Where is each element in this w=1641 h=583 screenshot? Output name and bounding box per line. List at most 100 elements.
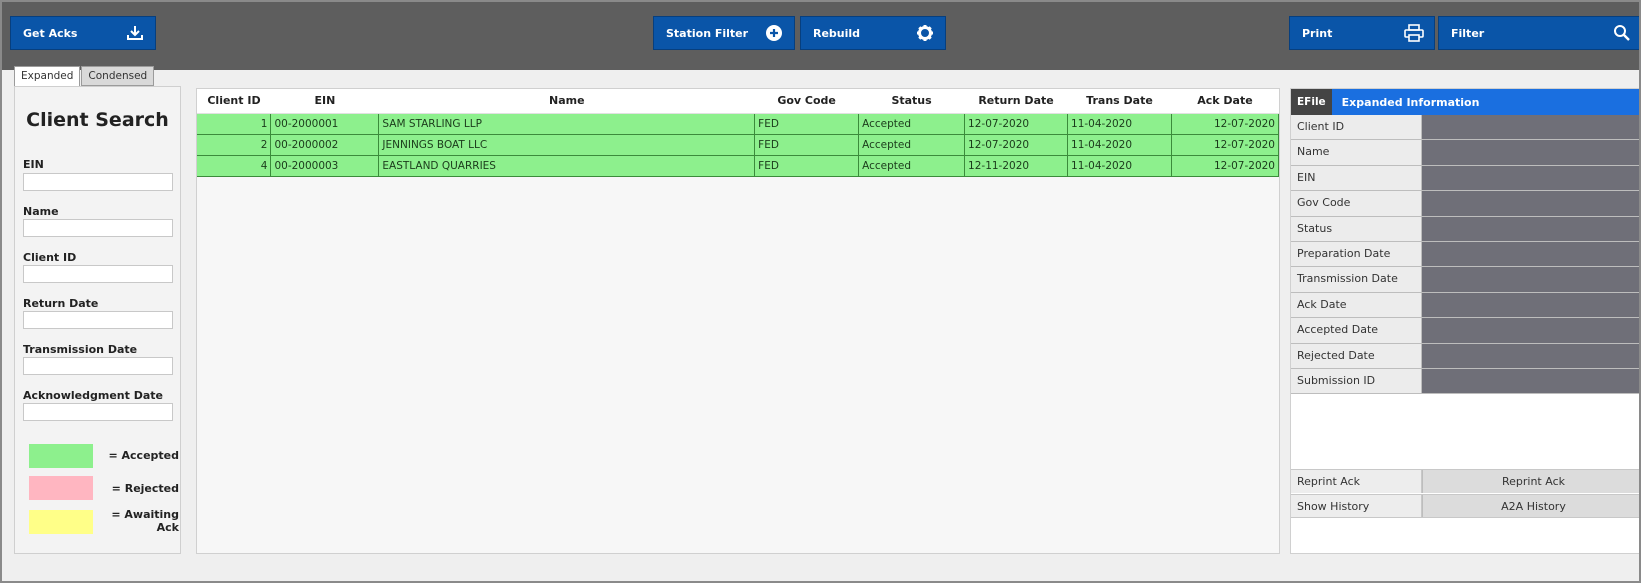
action-row-reprint: Reprint Ack Reprint Ack (1291, 469, 1639, 493)
station-filter-button[interactable]: Station Filter (653, 16, 795, 50)
info-row-preparation-date: Preparation Date (1291, 241, 1639, 268)
cell-gov-code: FED (754, 155, 860, 177)
print-label: Print (1302, 26, 1333, 40)
expanded-info-header: EFile Expanded Information (1291, 89, 1639, 115)
rebuild-label: Rebuild (813, 26, 861, 40)
a2a-history-button[interactable]: A2A History (1422, 495, 1639, 517)
ein-label: EIN (23, 158, 44, 171)
cell-return-date: 12-07-2020 (964, 134, 1069, 156)
cell-trans-date: 11-04-2020 (1067, 155, 1172, 177)
legend-rejected-label: = Rejected (111, 482, 179, 495)
info-value (1422, 165, 1639, 191)
filter-button[interactable]: Filter (1438, 16, 1639, 50)
info-value (1422, 241, 1639, 267)
cell-client-id: 4 (197, 155, 272, 177)
info-row-ein: EIN (1291, 165, 1639, 192)
plus-circle-icon (764, 23, 784, 43)
cell-client-id: 2 (197, 134, 272, 156)
info-row-accepted-date: Accepted Date (1291, 318, 1639, 344)
cell-trans-date: 11-04-2020 (1067, 134, 1172, 156)
info-row-submission-id: Submission ID (1291, 368, 1639, 395)
info-label: Gov Code (1291, 191, 1422, 216)
cell-name: EASTLAND QUARRIES (378, 155, 756, 177)
info-row-client-id: Client ID (1291, 115, 1639, 141)
legend-accepted-swatch (29, 444, 93, 468)
app-window: Get Acks Station Filter Rebuild Print Fi (0, 0, 1641, 583)
reprint-ack-button[interactable]: Reprint Ack (1422, 470, 1639, 493)
station-filter-label: Station Filter (666, 26, 749, 40)
col-header-status[interactable]: Status (858, 89, 965, 114)
transmission-date-input[interactable] (23, 357, 173, 375)
info-row-rejected-date: Rejected Date (1291, 343, 1639, 369)
name-input[interactable] (23, 219, 173, 237)
cell-ein: 00-2000001 (270, 113, 380, 135)
ein-input[interactable] (23, 173, 173, 191)
acks-grid: Client ID EIN Name Gov Code Status Retur… (196, 88, 1280, 554)
show-history-label: Show History (1291, 495, 1422, 517)
col-header-ein[interactable]: EIN (270, 89, 379, 114)
client-search-panel: Client Search EIN Name Client ID Return … (14, 86, 181, 554)
expanded-info-panel: EFile Expanded Information Client ID Nam… (1290, 88, 1639, 554)
acknowledgment-date-label: Acknowledgment Date (23, 389, 163, 402)
rebuild-button[interactable]: Rebuild (800, 16, 946, 50)
cell-ein: 00-2000003 (270, 155, 380, 177)
gear-icon (915, 23, 935, 43)
action-row-history: Show History A2A History (1291, 494, 1639, 518)
reprint-ack-label: Reprint Ack (1291, 470, 1422, 493)
acks-table: Client ID EIN Name Gov Code Status Retur… (197, 89, 1280, 177)
info-label: Name (1291, 140, 1422, 165)
info-value (1422, 115, 1639, 140)
view-tabs: Expanded Condensed (14, 66, 155, 87)
filter-label: Filter (1451, 26, 1485, 40)
toolbar: Get Acks Station Filter Rebuild Print Fi (2, 2, 1639, 70)
cell-name: JENNINGS BOAT LLC (378, 134, 756, 156)
col-header-gov-code[interactable]: Gov Code (754, 89, 859, 114)
printer-icon (1404, 23, 1424, 43)
info-label: Rejected Date (1291, 343, 1422, 368)
get-acks-label: Get Acks (23, 26, 78, 40)
cell-return-date: 12-07-2020 (964, 113, 1069, 135)
get-acks-button[interactable]: Get Acks (10, 16, 156, 50)
cell-status: Accepted (858, 113, 966, 135)
info-value (1422, 368, 1639, 394)
col-header-return-date[interactable]: Return Date (964, 89, 1068, 114)
cell-ack-date: 12-07-2020 (1171, 134, 1280, 156)
col-header-ack-date[interactable]: Ack Date (1171, 89, 1279, 114)
info-label: Ack Date (1291, 292, 1422, 318)
print-button[interactable]: Print (1289, 16, 1435, 50)
info-label: Status (1291, 216, 1422, 241)
tab-condensed[interactable]: Condensed (81, 66, 155, 86)
table-row[interactable]: 4 00-2000003 EASTLAND QUARRIES FED Accep… (197, 155, 1280, 177)
cell-ein: 00-2000002 (270, 134, 380, 156)
cell-ack-date: 12-07-2020 (1171, 113, 1280, 135)
info-row-status: Status (1291, 216, 1639, 242)
info-label: Accepted Date (1291, 318, 1422, 343)
cell-status: Accepted (858, 134, 966, 156)
info-value (1422, 318, 1639, 343)
info-row-gov-code: Gov Code (1291, 191, 1639, 217)
download-icon (125, 23, 145, 43)
info-value (1422, 267, 1639, 292)
cell-ack-date: 12-07-2020 (1171, 155, 1280, 177)
tab-expanded[interactable]: Expanded (14, 66, 81, 87)
table-row[interactable]: 2 00-2000002 JENNINGS BOAT LLC FED Accep… (197, 134, 1280, 156)
table-row[interactable]: 1 00-2000001 SAM STARLING LLP FED Accept… (197, 113, 1280, 135)
info-row-name: Name (1291, 140, 1639, 166)
client-search-title: Client Search (26, 109, 169, 131)
transmission-date-label: Transmission Date (23, 343, 138, 356)
info-row-transmission-date: Transmission Date (1291, 267, 1639, 293)
col-header-trans-date[interactable]: Trans Date (1067, 89, 1172, 114)
expanded-info-title: Expanded Information (1341, 95, 1480, 109)
return-date-input[interactable] (23, 311, 173, 329)
info-value (1422, 216, 1639, 241)
col-header-client-id[interactable]: Client ID (197, 89, 271, 114)
cell-name: SAM STARLING LLP (378, 113, 756, 135)
search-icon (1612, 23, 1632, 43)
col-header-name[interactable]: Name (378, 89, 755, 114)
cell-status: Accepted (858, 155, 966, 177)
legend-awaiting-label: = Awaiting Ack (111, 508, 179, 534)
info-value (1422, 140, 1639, 165)
client-id-input[interactable] (23, 265, 173, 283)
cell-return-date: 12-11-2020 (964, 155, 1069, 177)
acknowledgment-date-input[interactable] (23, 403, 173, 421)
